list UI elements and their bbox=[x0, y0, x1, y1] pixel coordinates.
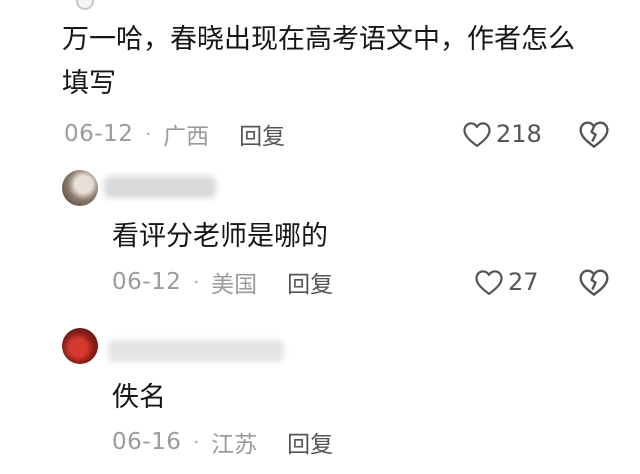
reply-button[interactable]: 回复 bbox=[287, 265, 333, 299]
meta-separator: · bbox=[145, 123, 152, 145]
broken-heart-icon bbox=[579, 121, 609, 148]
like-count: 27 bbox=[508, 268, 539, 296]
like-count: 218 bbox=[496, 120, 542, 148]
reply-button[interactable]: 回复 bbox=[287, 425, 333, 459]
avatar[interactable] bbox=[62, 328, 98, 364]
comment-text: 万一哈，春晓出现在高考语文中，作者怎么 填写 bbox=[62, 24, 575, 99]
comment-date: 06-16 bbox=[112, 429, 182, 455]
comment-meta: 06-16 · 江苏 回复 bbox=[112, 425, 333, 459]
comment-text: 看评分老师是哪的 bbox=[112, 221, 328, 252]
comment-meta: 06-12 · 美国 回复 bbox=[112, 265, 333, 299]
meta-separator: · bbox=[193, 431, 200, 453]
dislike-button[interactable] bbox=[578, 267, 610, 297]
comment-text: 佚名 bbox=[112, 382, 166, 413]
avatar[interactable] bbox=[62, 170, 98, 206]
comment-meta: 06-12 · 广西 回复 bbox=[64, 117, 285, 151]
meta-separator: · bbox=[193, 271, 200, 293]
heart-outline-icon bbox=[475, 270, 503, 295]
dislike-button[interactable] bbox=[578, 119, 610, 149]
comment-region: 江苏 bbox=[211, 432, 258, 458]
top-avatar-fragment bbox=[76, 0, 94, 10]
heart-outline-icon bbox=[463, 122, 491, 147]
reply-button[interactable]: 回复 bbox=[239, 117, 285, 151]
broken-heart-icon bbox=[579, 269, 609, 296]
username-blurred[interactable] bbox=[104, 176, 216, 198]
like-button[interactable]: 218 bbox=[462, 119, 542, 149]
comment-region: 广西 bbox=[163, 124, 210, 150]
comment-region: 美国 bbox=[211, 272, 258, 298]
username-blurred[interactable] bbox=[108, 340, 284, 362]
comment-date: 06-12 bbox=[112, 269, 182, 295]
comment-date: 06-12 bbox=[64, 121, 134, 147]
like-button[interactable]: 27 bbox=[474, 267, 539, 297]
